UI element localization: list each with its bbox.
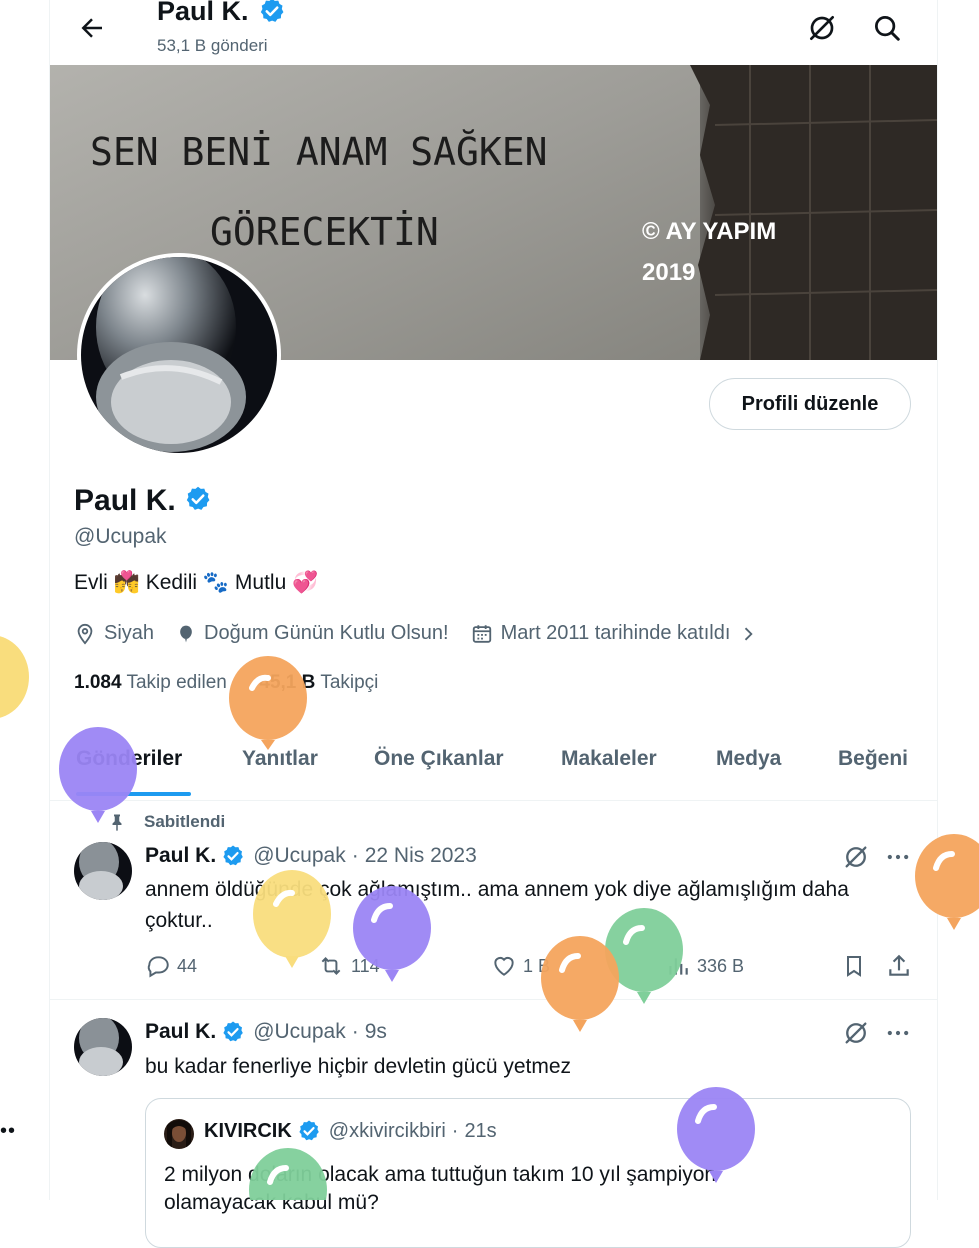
avatar-image xyxy=(74,1018,132,1076)
quote-author-name: KIVIRCIK xyxy=(204,1119,292,1142)
tweet-header: Paul K. @Ucupak · 22 Nis 2023 xyxy=(145,844,477,868)
banner-line2: GÖRECEKTİN xyxy=(210,210,439,254)
more-dots-icon xyxy=(887,854,909,860)
profile-tabs: Gönderiler Yanıtlar Öne Çıkanlar Makalel… xyxy=(50,730,937,801)
grok-icon xyxy=(845,1022,867,1044)
tweet-time[interactable]: 9s xyxy=(365,1020,387,1044)
quote-header: KIVIRCIK @xkivircikbiri · 21s xyxy=(204,1119,497,1142)
verified-badge-icon[interactable] xyxy=(184,485,212,513)
verified-badge-icon xyxy=(260,0,284,22)
tweet-text: bu kadar fenerliye hiçbir devletin gücü … xyxy=(145,1055,572,1078)
verified-badge-icon xyxy=(299,1120,319,1141)
tab-media[interactable]: Medya xyxy=(716,747,781,771)
reply-icon xyxy=(147,956,169,978)
tweet-author-name[interactable]: Paul K. xyxy=(145,844,216,868)
side-dots: •• xyxy=(0,1120,17,1142)
banner-copyright: © AY YAPIM xyxy=(642,218,776,245)
banner-year: 2019 xyxy=(642,259,695,286)
heart-icon xyxy=(494,956,514,976)
quote-author-handle: @xkivircikbiri xyxy=(328,1119,446,1142)
verified-badge-icon xyxy=(223,1021,243,1042)
calendar-icon xyxy=(472,624,491,643)
balloon-orange-1 xyxy=(229,656,307,750)
more-button[interactable] xyxy=(884,1019,912,1052)
balloon-purple-2 xyxy=(353,886,431,982)
banner-line1: SEN BENİ ANAM SAĞKEN xyxy=(90,130,548,174)
quote-avatar xyxy=(164,1119,194,1149)
edit-profile-button[interactable]: Profili düzenle xyxy=(709,378,911,430)
location-pin-icon xyxy=(77,623,93,645)
tweet-author-handle[interactable]: @Ucupak xyxy=(253,1020,346,1044)
post-count: 53,1 B gönderi xyxy=(157,36,268,55)
profile-handle: @Ucupak xyxy=(74,525,167,548)
tweet-avatar[interactable] xyxy=(74,842,132,900)
balloon-purple-3 xyxy=(677,1087,755,1183)
avatar-image xyxy=(81,257,277,453)
balloon-orange-2 xyxy=(915,834,979,930)
balloon-icon xyxy=(180,625,192,642)
grok-icon xyxy=(845,846,867,868)
balloon-orange-3 xyxy=(541,936,619,1032)
profile-meta: Siyah Doğum Günün Kutlu Olsun! Mart 2011… xyxy=(74,622,788,645)
birthday: Doğum Günün Kutlu Olsun! xyxy=(176,622,449,645)
balloon-yellow-2 xyxy=(253,870,331,968)
tweet-time[interactable]: 22 Nis 2023 xyxy=(365,844,477,868)
profile-avatar[interactable] xyxy=(77,253,281,457)
balloon-yellow-1 xyxy=(0,636,29,718)
arrow-left-icon xyxy=(81,18,102,38)
tweet-author-name[interactable]: Paul K. xyxy=(145,1020,216,1044)
join-date[interactable]: Mart 2011 tarihinde katıldı xyxy=(471,622,767,645)
profile-column: Paul K. 53,1 B gönderi SEN BENİ ANAM SAĞ… xyxy=(49,0,938,1248)
more-button[interactable] xyxy=(884,843,912,876)
tweet-divider xyxy=(50,999,937,1000)
profile-name: Paul K. xyxy=(74,484,212,518)
reply-count: 44 xyxy=(177,955,198,976)
grok-button[interactable] xyxy=(802,8,842,48)
paw-emoji: 🐾 xyxy=(202,571,230,594)
couple-emoji: 💏 xyxy=(113,571,140,594)
tab-highlights[interactable]: Öne Çıkanlar xyxy=(374,747,504,771)
reply-button[interactable]: 44 xyxy=(145,953,197,979)
grok-button[interactable] xyxy=(842,843,870,876)
share-button[interactable] xyxy=(886,953,918,979)
tweet-avatar[interactable] xyxy=(74,1018,132,1076)
avatar-image xyxy=(164,1119,194,1149)
balloon-purple-1 xyxy=(59,727,137,823)
search-icon xyxy=(875,16,900,41)
tab-likes[interactable]: Beğeni xyxy=(838,747,908,771)
chevron-right-icon xyxy=(745,627,754,640)
profile-bio: Evli 💏 Kedili 🐾 Mutlu 💞 xyxy=(74,571,319,594)
verified-badge-icon xyxy=(223,845,243,866)
avatar-image xyxy=(74,842,132,900)
tweet-author-handle[interactable]: @Ucupak xyxy=(253,844,346,868)
topbar-title: Paul K. xyxy=(157,0,286,27)
tweet-header: Paul K. @Ucupak · 9s xyxy=(145,1020,387,1044)
share-icon xyxy=(889,954,909,976)
hearts-emoji: 💞 xyxy=(292,571,319,594)
following-link[interactable]: 1.084 Takip edilen xyxy=(74,672,227,693)
bookmark-icon xyxy=(847,956,861,977)
more-dots-icon xyxy=(887,1030,909,1036)
grok-button[interactable] xyxy=(842,1019,870,1052)
balloon-green-2 xyxy=(249,1148,327,1200)
back-button[interactable] xyxy=(74,10,110,46)
bookmark-button[interactable] xyxy=(842,953,872,979)
views-count: 336 B xyxy=(697,955,745,976)
follow-stats: 1.084 Takip edilen 45,1 B Takipçi xyxy=(74,672,378,694)
tab-articles[interactable]: Makaleler xyxy=(561,747,657,771)
search-button[interactable] xyxy=(867,8,907,48)
location: Siyah xyxy=(74,622,154,645)
quote-time: 21s xyxy=(464,1119,497,1142)
grok-icon xyxy=(810,15,834,40)
